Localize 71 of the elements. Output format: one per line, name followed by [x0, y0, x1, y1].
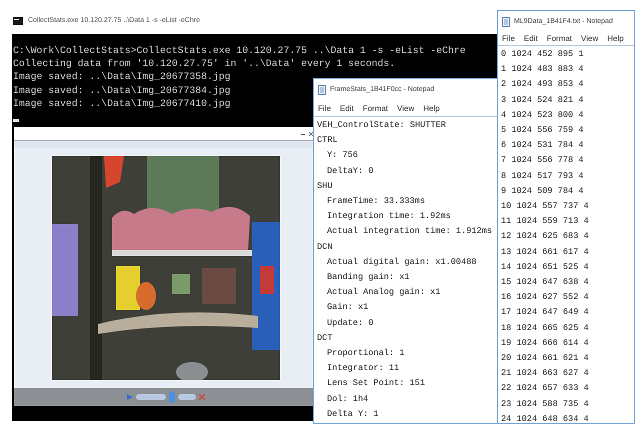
text-line: 6 1024 531 784 4: [501, 139, 584, 152]
text-line: Integrator: 11: [327, 362, 400, 376]
text-line: Proportional: 1: [327, 347, 404, 360]
text-line: 21 1024 663 627 4: [501, 367, 589, 380]
text-line: 10 1024 557 737 4: [501, 200, 589, 214]
console-icon: [13, 17, 23, 25]
view-button[interactable]: [168, 391, 174, 403]
console-line: Image saved: ..\Data\Img_20677358.jpg: [13, 70, 231, 84]
text-line: 1 1024 483 883 4: [501, 63, 584, 76]
menu-item[interactable]: View: [397, 102, 414, 114]
menu-item[interactable]: File: [318, 102, 331, 114]
text-line: 14 1024 651 525 4: [501, 260, 589, 274]
text-line: Dol: 1h4: [327, 392, 368, 406]
menu-item[interactable]: Format: [546, 33, 572, 45]
text-line: Lens Set Point: 151: [327, 377, 425, 390]
text-line: Actual Analog gain: x1: [327, 286, 440, 300]
text-line: Banding gain: x1: [327, 271, 410, 284]
text-line: Integration time: 1.92ms: [327, 210, 451, 224]
cursor-icon: [13, 119, 19, 122]
text-line: 11 1024 559 713 4: [501, 215, 589, 228]
text-line: 3 1024 524 821 4: [501, 94, 584, 107]
menu-item[interactable]: Edit: [524, 33, 538, 45]
menu-item[interactable]: Edit: [340, 102, 354, 114]
text-line: 23 1024 588 735 4: [501, 398, 589, 411]
notepad-icon: [502, 17, 510, 27]
text-line: 9 1024 509 784 4: [501, 184, 584, 198]
text-line: 17 1024 647 649 4: [501, 306, 589, 320]
next-button[interactable]: [178, 394, 196, 400]
minimize-icon: [301, 132, 305, 134]
menu-item[interactable]: Help: [607, 33, 624, 45]
text-line: 22 1024 657 633 4: [501, 382, 589, 396]
text-line: DeltaY: 0: [327, 164, 374, 178]
menu-item[interactable]: File: [502, 33, 515, 45]
play-icon[interactable]: [126, 394, 132, 400]
text-line: 7 1024 556 778 4: [501, 154, 584, 168]
text-line: 18 1024 665 625 4: [501, 322, 589, 335]
text-line: Actual digital gain: x1.00488: [327, 256, 477, 269]
text-line: SHU: [317, 180, 332, 193]
console-line: Image saved: ..\Data\Img_20677410.jpg: [13, 96, 231, 110]
text-line: 8 1024 517 793 4: [501, 170, 584, 183]
text-line: Gain: x1: [327, 301, 368, 314]
text-line: 24 1024 648 634 4: [501, 412, 589, 423]
delete-icon[interactable]: [198, 394, 204, 400]
text-line: 13 1024 661 617 4: [501, 246, 589, 259]
text-line: Actual integration time: 1.912ms: [327, 225, 492, 238]
text-line: 5 1024 556 759 4: [501, 124, 584, 138]
text-line: Delta Y: 1: [327, 408, 379, 421]
notepad-icon: [318, 85, 326, 95]
text-line: Y: 756: [327, 149, 358, 162]
text-line: 16 1024 627 552 4: [501, 291, 589, 304]
text-line: VEH_ControlState: SHUTTER: [317, 119, 446, 132]
text-line: 19 1024 666 614 4: [501, 336, 589, 350]
menu-item[interactable]: View: [581, 33, 598, 45]
previous-button[interactable]: [136, 394, 166, 400]
text-line: CTRL: [317, 134, 338, 148]
text-line: 12 1024 625 683 4: [501, 230, 589, 244]
text-line: DCT: [317, 332, 332, 345]
console-line: Collecting data from '10.120.27.75' in '..\Data' every 1 seconds.: [13, 57, 396, 70]
menu-item[interactable]: Format: [362, 102, 388, 114]
text-line: DCN: [317, 240, 332, 254]
text-line: 0 1024 452 895 1: [501, 48, 584, 61]
text-line: Update: 0: [327, 316, 374, 330]
console-line: C:\Work\CollectStats>CollectStats.exe 10.120.27.75 ..\Data 1 -s -eList -eChre: [13, 44, 466, 58]
text-line: 4 1024 523 800 4: [501, 108, 584, 122]
console-line: Image saved: ..\Data\Img_20677384.jpg: [13, 84, 231, 97]
text-line: 15 1024 647 638 4: [501, 276, 589, 290]
text-line: 2 1024 493 853 4: [501, 78, 584, 92]
close-icon: [309, 132, 313, 136]
menu-item[interactable]: Help: [423, 102, 440, 114]
text-line: 20 1024 661 621 4: [501, 352, 589, 366]
text-line: FrameTime: 33.333ms: [327, 195, 425, 208]
